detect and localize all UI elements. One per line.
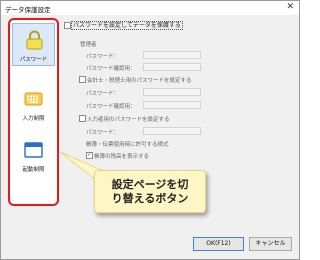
callout-note: 設定ページを切 り替えるボタン bbox=[94, 170, 206, 213]
callout-line-2: り替えるボタン bbox=[111, 192, 189, 205]
ok-button[interactable]: OK(F12) bbox=[193, 237, 244, 251]
cancel-button[interactable]: キャンセル bbox=[249, 237, 292, 251]
callout-line-1: 設定ページを切 bbox=[111, 178, 189, 191]
callout-arrow bbox=[59, 151, 105, 181]
